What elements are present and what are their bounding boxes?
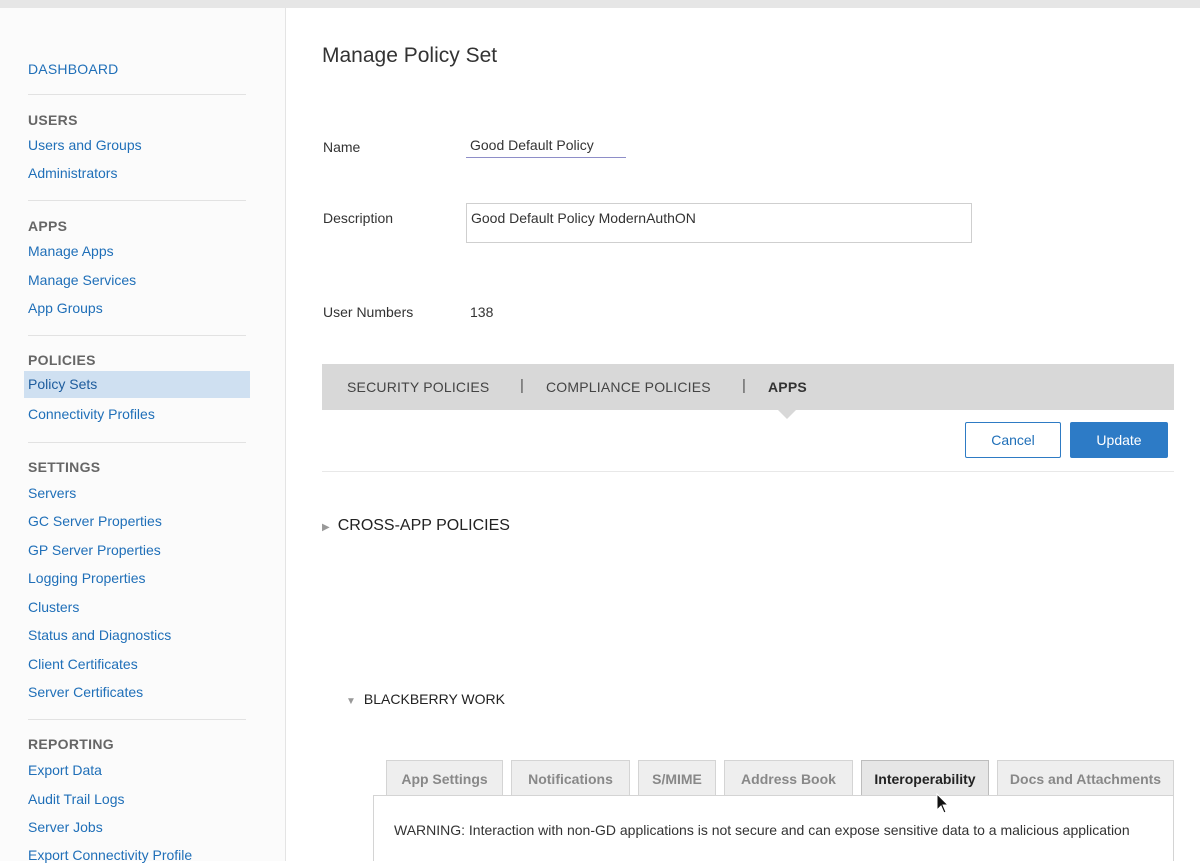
sidebar-item-app-groups[interactable]: App Groups [28, 300, 103, 316]
sidebar-item-users-and-groups[interactable]: Users and Groups [28, 137, 142, 153]
name-input[interactable] [466, 132, 626, 158]
sidebar-header-settings: SETTINGS [28, 459, 101, 475]
sidebar-item-policy-sets[interactable]: Policy Sets [24, 371, 250, 398]
description-label: Description [323, 210, 394, 226]
name-label: Name [323, 139, 361, 155]
user-numbers-value: 138 [470, 304, 494, 320]
sidebar-divider [28, 442, 246, 443]
sidebar-item-manage-services[interactable]: Manage Services [28, 272, 136, 288]
tab-separator: | [742, 377, 746, 394]
sidebar-header-policies: POLICIES [28, 352, 96, 368]
description-input[interactable]: Good Default Policy ModernAuthON [466, 203, 972, 243]
sidebar-item-logging-properties[interactable]: Logging Properties [28, 570, 146, 586]
user-numbers-label: User Numbers [323, 304, 414, 320]
page-title: Manage Policy Set [322, 44, 498, 67]
tab-separator: | [520, 377, 524, 394]
subtab-app-settings[interactable]: App Settings [386, 760, 503, 796]
app-subtab-bar: App Settings Notifications S/MIME Addres… [386, 760, 1174, 796]
sidebar-divider [28, 719, 246, 720]
sidebar-item-gp-server-properties[interactable]: GP Server Properties [28, 542, 161, 558]
sidebar: DASHBOARD USERS Users and Groups Adminis… [0, 8, 286, 863]
sidebar-item-status-and-diagnostics[interactable]: Status and Diagnostics [28, 627, 171, 643]
sidebar-item-server-certificates[interactable]: Server Certificates [28, 684, 143, 700]
blackberry-work-toggle[interactable]: ▼ BLACKBERRY WORK [346, 691, 505, 707]
triangle-down-icon: ▼ [346, 696, 356, 707]
cross-app-policies-toggle[interactable]: ▶ CROSS-APP POLICIES [322, 517, 510, 535]
blackberry-work-label: BLACKBERRY WORK [363, 691, 505, 707]
sidebar-item-audit-trail-logs[interactable]: Audit Trail Logs [28, 791, 125, 807]
sidebar-header-reporting: REPORTING [28, 736, 114, 752]
sidebar-item-gc-server-properties[interactable]: GC Server Properties [28, 513, 162, 529]
tab-apps[interactable]: APPS [768, 379, 807, 395]
sidebar-item-connectivity-profiles[interactable]: Connectivity Profiles [28, 406, 155, 422]
subtab-address-book[interactable]: Address Book [724, 760, 853, 796]
triangle-right-icon: ▶ [322, 522, 330, 533]
cross-app-policies-label: CROSS-APP POLICIES [337, 517, 510, 534]
warning-message: WARNING: Interaction with non-GD applica… [394, 822, 1130, 838]
top-border [0, 0, 1200, 8]
sidebar-divider [28, 335, 246, 336]
subtab-docs-and-attachments[interactable]: Docs and Attachments [997, 760, 1174, 796]
sidebar-item-manage-apps[interactable]: Manage Apps [28, 243, 114, 259]
cancel-button[interactable]: Cancel [965, 422, 1061, 458]
update-button[interactable]: Update [1070, 422, 1168, 458]
section-divider [322, 471, 1174, 472]
tab-compliance-policies[interactable]: COMPLIANCE POLICIES [546, 379, 711, 395]
interoperability-panel: WARNING: Interaction with non-GD applica… [373, 795, 1174, 861]
sidebar-header-users: USERS [28, 112, 78, 128]
policy-tab-bar: SECURITY POLICIES | COMPLIANCE POLICIES … [322, 364, 1174, 410]
sidebar-item-export-data[interactable]: Export Data [28, 762, 102, 778]
sidebar-item-clusters[interactable]: Clusters [28, 599, 79, 615]
mouse-pointer-icon [936, 793, 950, 814]
sidebar-header-apps: APPS [28, 218, 68, 234]
tab-security-policies[interactable]: SECURITY POLICIES [347, 379, 489, 395]
sidebar-divider [28, 200, 246, 201]
subtab-notifications[interactable]: Notifications [511, 760, 630, 796]
sidebar-item-dashboard[interactable]: DASHBOARD [28, 61, 118, 77]
active-tab-caret-icon [778, 410, 796, 419]
sidebar-item-server-jobs[interactable]: Server Jobs [28, 819, 103, 835]
sidebar-item-servers[interactable]: Servers [28, 485, 76, 501]
subtab-interoperability[interactable]: Interoperability [861, 760, 989, 796]
subtab-smime[interactable]: S/MIME [638, 760, 716, 796]
sidebar-item-administrators[interactable]: Administrators [28, 165, 117, 181]
sidebar-divider [28, 94, 246, 95]
sidebar-item-client-certificates[interactable]: Client Certificates [28, 656, 138, 672]
